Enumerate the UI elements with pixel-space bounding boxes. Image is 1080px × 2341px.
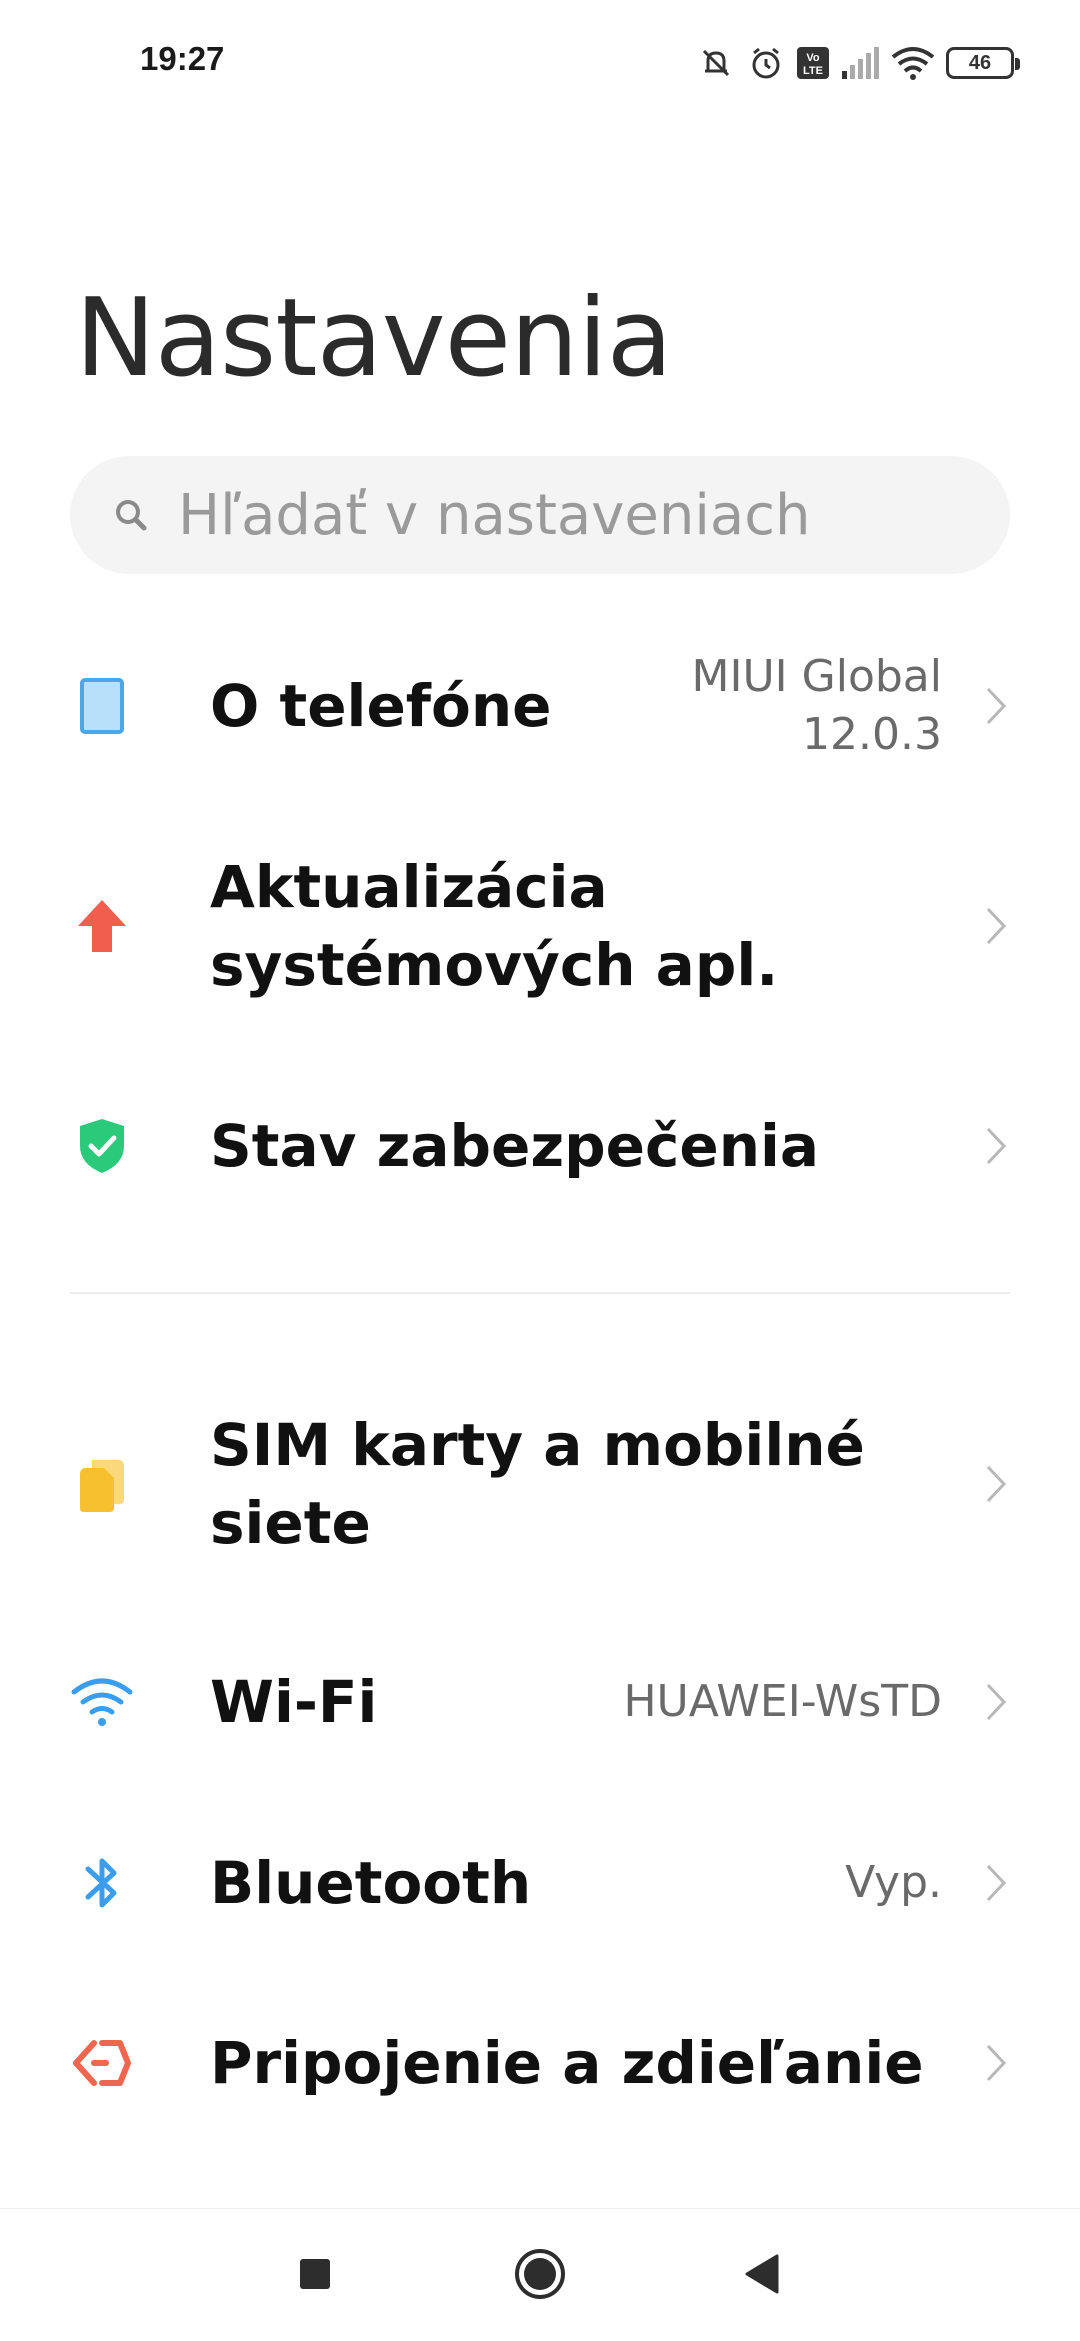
section-divider bbox=[70, 1292, 1010, 1294]
battery-icon: 46 bbox=[946, 47, 1020, 79]
search-icon bbox=[106, 490, 156, 540]
svg-text:LTE: LTE bbox=[803, 65, 823, 77]
page-title: Nastavenia bbox=[75, 276, 673, 401]
chevron-right-icon bbox=[978, 1677, 1014, 1727]
silent-icon bbox=[696, 43, 736, 83]
shield-icon bbox=[68, 1112, 136, 1180]
svg-text:Vo: Vo bbox=[806, 52, 820, 64]
phone-icon bbox=[68, 672, 136, 740]
settings-item-sim-mobile-networks[interactable]: SIM karty a mobilné siete bbox=[0, 1406, 1080, 1562]
update-arrow-icon bbox=[68, 892, 136, 960]
status-bar: 19:27 Vo LTE 46 bbox=[0, 0, 1080, 124]
battery-level: 46 bbox=[968, 51, 992, 74]
chevron-right-icon bbox=[978, 2038, 1014, 2088]
chevron-right-icon bbox=[978, 1459, 1014, 1509]
signal-icon bbox=[840, 45, 880, 81]
home-circle-icon[interactable] bbox=[505, 2239, 575, 2309]
bluetooth-icon bbox=[68, 1849, 136, 1917]
alarm-icon bbox=[746, 43, 786, 83]
settings-item-security-status[interactable]: Stav zabezpečenia bbox=[0, 1086, 1080, 1206]
settings-item-label: Wi-Fi bbox=[210, 1668, 378, 1736]
settings-item-system-app-updates[interactable]: Aktualizácia systémových apl. bbox=[0, 848, 1080, 1004]
settings-item-label: SIM karty a mobilné siete bbox=[210, 1411, 865, 1557]
settings-item-label: Pripojenie a zdieľanie bbox=[210, 2029, 924, 2097]
settings-item-connection-sharing[interactable]: Pripojenie a zdieľanie bbox=[0, 2003, 1080, 2123]
settings-item-wifi[interactable]: Wi-Fi HUAWEI-WsTD bbox=[0, 1642, 1080, 1762]
search-input[interactable]: Hľadať v nastaveniach bbox=[70, 456, 1010, 574]
search-placeholder: Hľadať v nastaveniach bbox=[178, 482, 811, 548]
recents-square-icon[interactable] bbox=[280, 2239, 350, 2309]
status-icons: Vo LTE 46 bbox=[696, 38, 1020, 88]
settings-item-value: HUAWEI-WsTD bbox=[623, 1676, 942, 1727]
connection-share-icon bbox=[68, 2029, 136, 2097]
settings-item-value: Vyp. bbox=[845, 1857, 942, 1908]
settings-item-value: MIUI Global 12.0.3 bbox=[691, 651, 942, 760]
settings-item-label: Stav zabezpečenia bbox=[210, 1112, 820, 1180]
chevron-right-icon bbox=[978, 1858, 1014, 1908]
volte-icon: Vo LTE bbox=[796, 46, 830, 80]
settings-item-label: Bluetooth bbox=[210, 1849, 532, 1917]
chevron-right-icon bbox=[978, 1121, 1014, 1171]
sim-icon bbox=[68, 1452, 136, 1520]
settings-item-label: Aktualizácia systémových apl. bbox=[210, 853, 779, 999]
settings-item-label: O telefóne bbox=[210, 672, 552, 740]
chevron-right-icon bbox=[978, 681, 1014, 731]
status-time: 19:27 bbox=[140, 40, 225, 77]
navigation-bar bbox=[0, 2208, 1080, 2341]
wifi-icon bbox=[68, 1668, 136, 1736]
back-triangle-icon[interactable] bbox=[727, 2239, 797, 2309]
wifi-status-icon bbox=[890, 45, 936, 81]
settings-item-about-phone[interactable]: O telefóne MIUI Global 12.0.3 bbox=[0, 646, 1080, 766]
settings-item-bluetooth[interactable]: Bluetooth Vyp. bbox=[0, 1823, 1080, 1943]
chevron-right-icon bbox=[978, 901, 1014, 951]
